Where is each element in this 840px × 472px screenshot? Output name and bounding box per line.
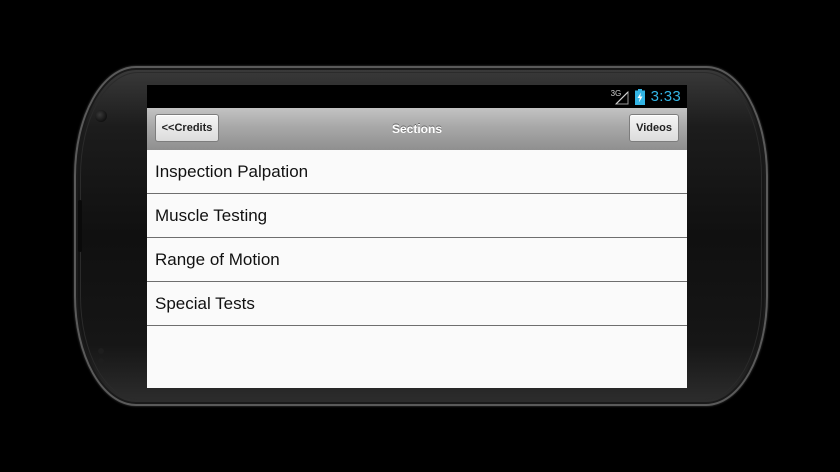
front-camera-icon (95, 110, 107, 122)
sections-list: Inspection Palpation Muscle Testing Rang… (147, 150, 687, 326)
signal-icon: 3G (611, 89, 629, 105)
page-title: Sections (391, 122, 442, 136)
list-item-muscle-testing[interactable]: Muscle Testing (147, 194, 687, 238)
action-bar: Sections <<Credits Videos (147, 108, 687, 151)
list-item-inspection-palpation[interactable]: Inspection Palpation (147, 150, 687, 194)
status-clock: 3:33 (650, 88, 681, 105)
volume-button (78, 200, 82, 252)
app-screen: 3G 3:33 Sections <<Credits Videos Inspec… (147, 85, 687, 388)
device-frame: 3G 3:33 Sections <<Credits Videos Inspec… (0, 0, 840, 472)
credits-button[interactable]: <<Credits (155, 114, 219, 142)
list-item-range-of-motion[interactable]: Range of Motion (147, 238, 687, 282)
status-bar: 3G 3:33 (147, 85, 687, 108)
battery-charging-icon (634, 88, 645, 105)
sensor-dots (98, 348, 106, 366)
list-item-special-tests[interactable]: Special Tests (147, 282, 687, 326)
videos-button[interactable]: Videos (629, 114, 679, 142)
